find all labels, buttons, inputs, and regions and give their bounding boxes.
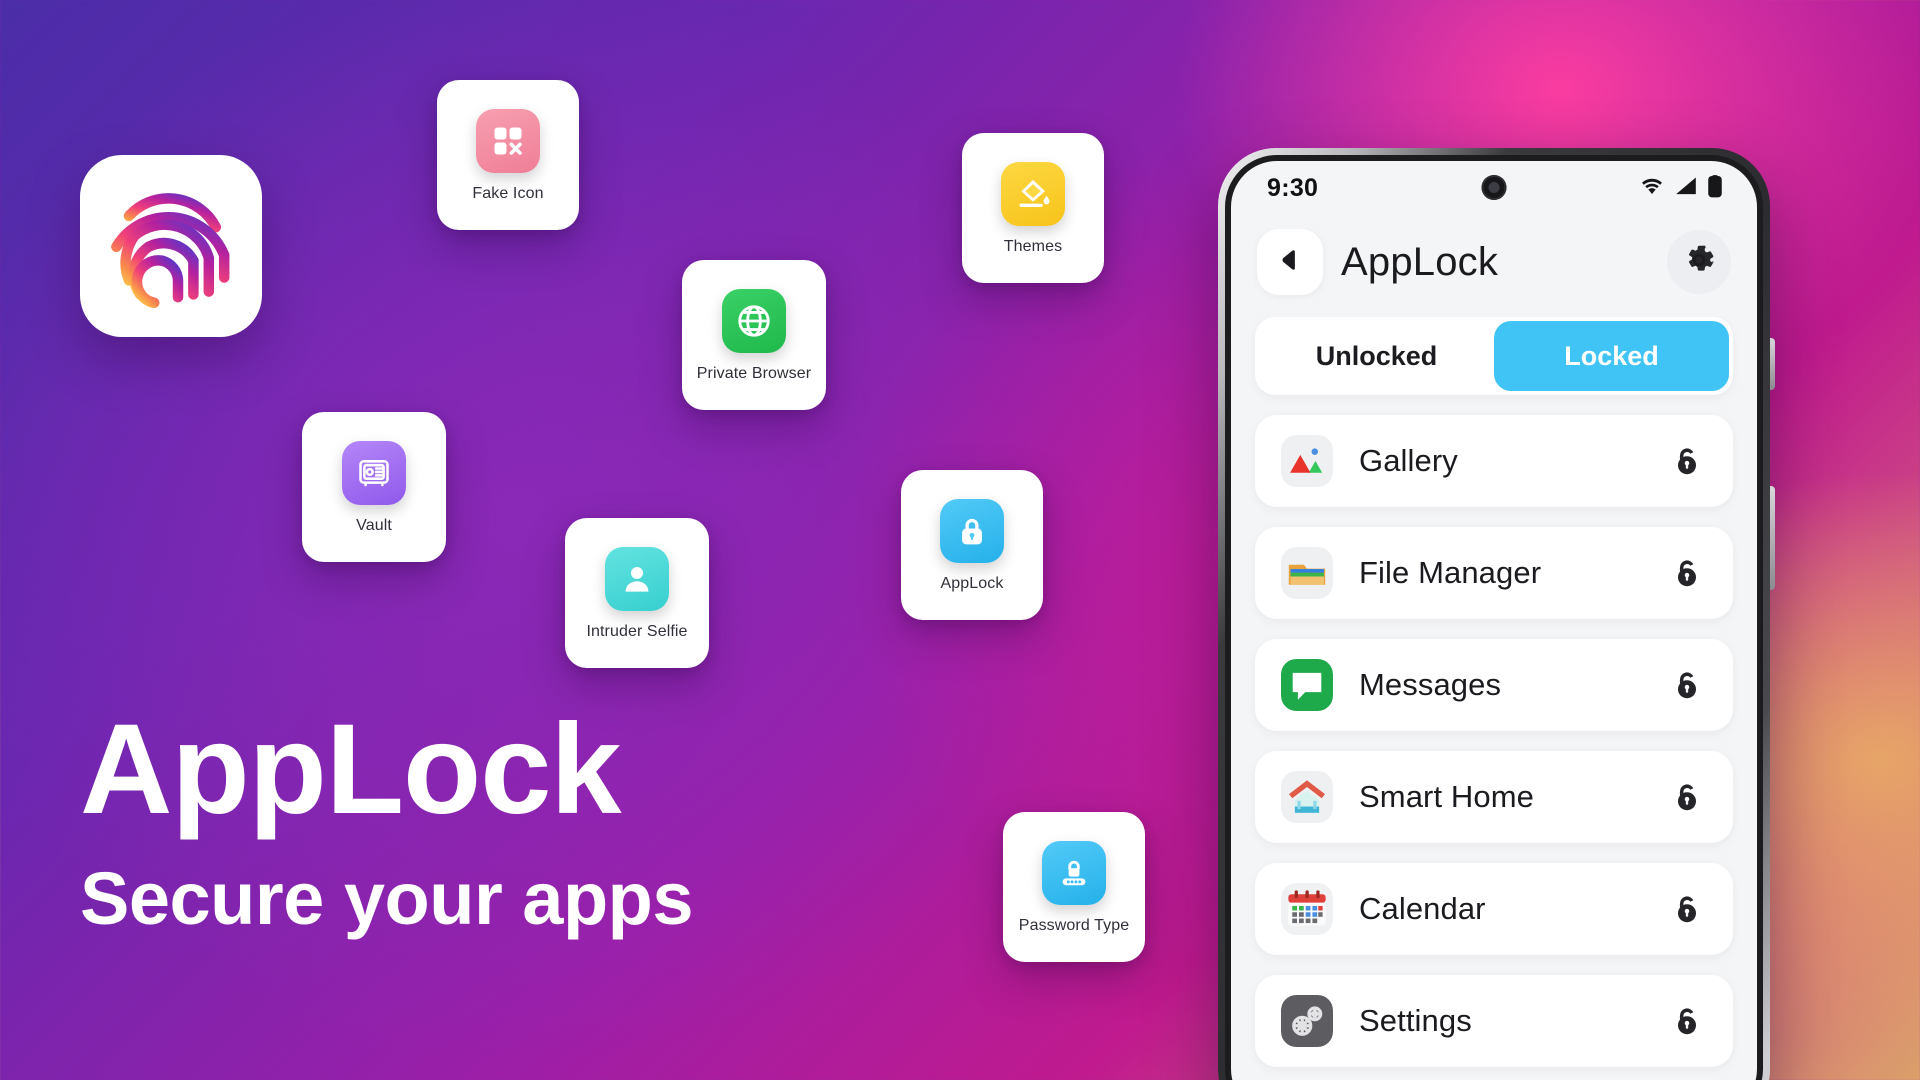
list-item[interactable]: Smart Home xyxy=(1255,751,1733,843)
paint-bucket-icon xyxy=(1001,162,1065,226)
phone-volume-button[interactable] xyxy=(1770,486,1775,590)
feature-card-vault[interactable]: Vault xyxy=(302,412,446,562)
list-item[interactable]: Messages xyxy=(1255,639,1733,731)
phone-mockup: 9:30 AppLock Unlocked Locked Gallery Fil… xyxy=(1218,148,1775,1080)
locked-app-list: Gallery File Manager Messages Smart Home… xyxy=(1231,395,1757,1080)
list-item[interactable]: Calendar xyxy=(1255,863,1733,955)
headline-block: AppLock Secure your apps xyxy=(80,698,694,940)
feature-card-themes[interactable]: Themes xyxy=(962,133,1104,283)
app-header: AppLock xyxy=(1231,215,1757,313)
feature-card-label: Themes xyxy=(1003,238,1063,255)
status-bar-time: 9:30 xyxy=(1267,173,1319,202)
feature-card-applock[interactable]: AppLock xyxy=(901,470,1043,620)
password-icon xyxy=(1042,841,1106,905)
locked-padlock-icon[interactable] xyxy=(1667,555,1707,591)
person-icon xyxy=(605,547,669,611)
app-name: Smart Home xyxy=(1359,779,1534,814)
feature-card-label: Fake Icon xyxy=(472,185,544,202)
feature-card-private-browser[interactable]: Private Browser xyxy=(682,260,826,410)
list-item[interactable]: Gallery xyxy=(1255,415,1733,507)
feature-card-label: Vault xyxy=(356,517,392,534)
app-name: Messages xyxy=(1359,667,1502,702)
locked-padlock-icon[interactable] xyxy=(1667,1003,1707,1039)
app-name: Settings xyxy=(1359,1003,1472,1038)
tab-unlocked[interactable]: Unlocked xyxy=(1259,321,1494,391)
headline-line-2: Secure your apps xyxy=(80,856,694,940)
app-logo-card xyxy=(80,155,262,337)
feature-card-label: Intruder Selfie xyxy=(586,623,688,640)
feature-card-label: Password Type xyxy=(1018,917,1130,934)
locked-padlock-icon[interactable] xyxy=(1667,779,1707,815)
back-button[interactable] xyxy=(1257,229,1323,295)
app-name: Calendar xyxy=(1359,891,1486,926)
smart-home-icon xyxy=(1281,771,1333,823)
wifi-icon xyxy=(1639,176,1665,201)
feature-card-label: Private Browser xyxy=(696,365,812,382)
tab-locked[interactable]: Locked xyxy=(1494,321,1729,391)
app-name: File Manager xyxy=(1359,555,1542,590)
grid-x-icon xyxy=(476,109,540,173)
gear-icon xyxy=(1680,241,1718,284)
phone-power-button[interactable] xyxy=(1770,338,1775,390)
fingerprint-icon xyxy=(101,174,241,319)
file-manager-icon xyxy=(1281,547,1333,599)
feature-card-fake-icon[interactable]: Fake Icon xyxy=(437,80,579,230)
app-name: Gallery xyxy=(1359,443,1458,478)
feature-card-password-type[interactable]: Password Type xyxy=(1003,812,1145,962)
safe-icon xyxy=(342,441,406,505)
settings-button[interactable] xyxy=(1667,230,1731,294)
gallery-icon xyxy=(1281,435,1333,487)
calendar-icon xyxy=(1281,883,1333,935)
messages-icon xyxy=(1281,659,1333,711)
status-bar: 9:30 xyxy=(1231,161,1757,215)
headline-line-1: AppLock xyxy=(80,698,622,841)
page-title: AppLock xyxy=(1341,239,1499,284)
list-item[interactable]: Settings xyxy=(1255,975,1733,1067)
signal-icon xyxy=(1674,176,1698,201)
battery-icon xyxy=(1707,174,1723,203)
locked-padlock-icon[interactable] xyxy=(1667,443,1707,479)
feature-card-label: AppLock xyxy=(940,575,1004,592)
padlock-icon xyxy=(940,499,1004,563)
front-camera-punchhole xyxy=(1481,175,1507,200)
back-triangle-icon xyxy=(1277,247,1303,278)
lock-state-tabs[interactable]: Unlocked Locked xyxy=(1255,317,1733,395)
locked-padlock-icon[interactable] xyxy=(1667,667,1707,703)
locked-padlock-icon[interactable] xyxy=(1667,891,1707,927)
settings-icon xyxy=(1281,995,1333,1047)
phone-screen: 9:30 AppLock Unlocked Locked Gallery Fil… xyxy=(1231,161,1757,1080)
globe-icon xyxy=(722,289,786,353)
feature-card-intruder-selfie[interactable]: Intruder Selfie xyxy=(565,518,709,668)
list-item[interactable]: File Manager xyxy=(1255,527,1733,619)
